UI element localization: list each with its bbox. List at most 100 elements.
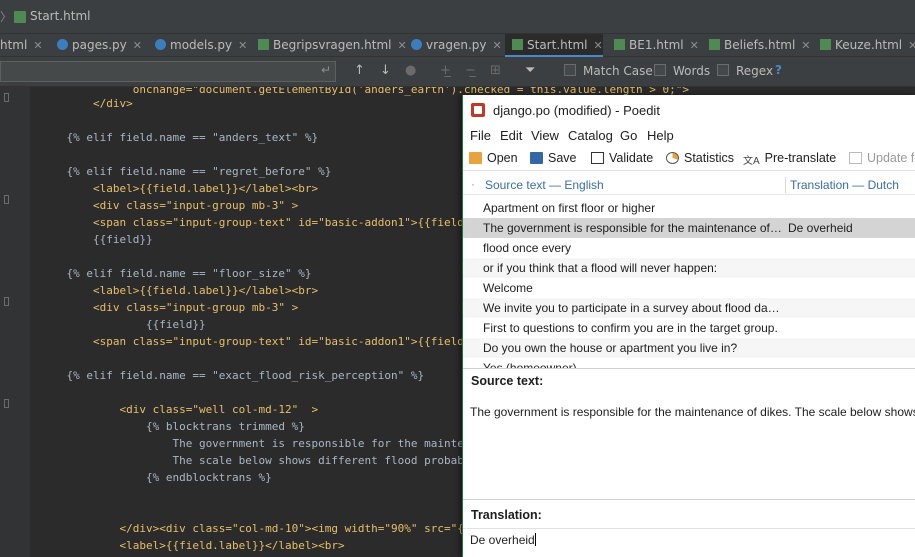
code-line: The scale below shows different flood pr…: [40, 454, 517, 467]
source-text-label: Source text:: [471, 374, 544, 388]
close-icon[interactable]: ✕: [238, 39, 247, 52]
list-item[interactable]: flood once every: [463, 238, 915, 258]
list-item[interactable]: Do you own the house or apartment you li…: [463, 338, 915, 358]
python-file-icon: [155, 39, 166, 50]
list-item[interactable]: Yes (homeowner): [463, 358, 915, 368]
regex-label[interactable]: Regex: [736, 64, 773, 78]
enter-icon: ↵: [320, 63, 331, 77]
python-file-icon: [411, 39, 422, 50]
tab-begripsvragen-html[interactable]: Begripsvragen.html ✕: [258, 34, 407, 57]
update-icon: [849, 152, 862, 164]
poedit-app-icon: [471, 103, 485, 117]
translation-field[interactable]: De overheid: [463, 528, 915, 557]
update-from-code-button[interactable]: Update from Code: [849, 151, 915, 165]
tab-vragen-py[interactable]: vragen.py ✕: [411, 34, 502, 57]
remove-occurrence-icon[interactable]: −̲: [465, 63, 476, 78]
find-bar: ↵ ↑ ↓ ● +̲ −̲ ⊞ ⏷ Match Case Words Regex…: [0, 57, 915, 87]
html-file-icon: [709, 39, 720, 50]
tab-models-py[interactable]: models.py ✕: [155, 34, 251, 57]
list-item[interactable]: Welcome: [463, 278, 915, 298]
save-button[interactable]: Save: [530, 151, 577, 165]
open-button[interactable]: Open: [469, 151, 518, 165]
close-icon[interactable]: ✕: [398, 39, 407, 52]
code-line: {% blocktrans trimmed %}: [40, 420, 305, 433]
fold-marker-icon[interactable]: [4, 399, 9, 408]
translate-icon: 文A: [743, 156, 760, 167]
window-title-bar[interactable]: django.po (modified) - Poedit: [463, 95, 915, 125]
code-line: {{field}}: [40, 233, 153, 246]
tab-pages-py[interactable]: pages.py ✕: [57, 34, 147, 57]
list-item-selected[interactable]: The government is responsible for the ma…: [463, 218, 915, 238]
previous-occurrence-icon[interactable]: ↑: [354, 63, 365, 78]
fold-marker-icon[interactable]: [4, 297, 9, 306]
regex-checkbox[interactable]: [717, 64, 729, 76]
editor-tab-bar: html ✕ pages.py ✕ models.py ✕ Begripsvragen…: [0, 33, 915, 58]
html-file-icon: [614, 39, 625, 50]
folder-icon: [469, 152, 482, 164]
close-icon[interactable]: ✕: [690, 39, 699, 52]
breadcrumb-bar: 〉 Start.html: [0, 0, 915, 33]
code-line: {% elif field.name == "floor_size" %}: [40, 267, 312, 280]
select-all-occurrences-icon[interactable]: ⊞: [490, 63, 501, 78]
text-caret: [534, 533, 536, 546]
source-column-header[interactable]: Source text — English: [485, 178, 604, 192]
close-icon[interactable]: ✕: [133, 39, 142, 52]
translation-column-header[interactable]: Translation — Dutch: [790, 178, 899, 192]
words-label[interactable]: Words: [673, 64, 710, 78]
list-header: · Source text — English Translation — Du…: [463, 175, 915, 195]
menu-edit[interactable]: Edit: [500, 128, 522, 143]
code-line: <div class="input-group mb-3" >: [40, 301, 299, 314]
code-line: <div class="input-group mb-3" >: [40, 199, 299, 212]
checkmark-icon: [591, 152, 604, 164]
add-occurrence-icon[interactable]: +̲: [440, 63, 451, 78]
list-item[interactable]: or if you think that a flood will never …: [463, 258, 915, 278]
close-icon[interactable]: ✕: [801, 39, 810, 52]
close-icon[interactable]: ✕: [33, 39, 42, 52]
code-line: {% elif field.name == "regret_before" %}: [40, 165, 332, 178]
code-line: <label>{{field.label}}</label><br>: [40, 539, 345, 552]
tab-html[interactable]: html ✕: [0, 34, 44, 57]
find-in-path-icon[interactable]: ●: [405, 63, 416, 78]
validate-button[interactable]: Validate: [591, 151, 653, 165]
menu-view[interactable]: View: [531, 128, 559, 143]
html-file-icon: [820, 39, 831, 50]
translation-value: De overheid: [470, 533, 535, 547]
menu-help[interactable]: Help: [647, 128, 674, 143]
filter-icon[interactable]: ⏷: [525, 63, 535, 78]
code-line: {% endblocktrans %}: [40, 471, 272, 484]
tab-keuze-html[interactable]: Keuze.html ✕: [820, 34, 915, 57]
save-icon: [530, 152, 543, 164]
code-line: <label>{{field.label}}</label><br>: [40, 182, 319, 195]
find-input[interactable]: ↵: [0, 61, 336, 82]
menu-file[interactable]: File: [470, 128, 491, 143]
tab-start-html[interactable]: Start.html ✕: [505, 34, 603, 58]
close-icon[interactable]: ✕: [908, 39, 915, 52]
chevron-right-icon: 〉: [0, 10, 13, 24]
fold-marker-icon[interactable]: [4, 93, 9, 102]
close-icon[interactable]: ✕: [593, 39, 602, 52]
tab-be1-html[interactable]: BE1.html ✕: [614, 34, 700, 57]
fold-marker-icon[interactable]: [4, 195, 9, 204]
match-case-label[interactable]: Match Case: [583, 64, 653, 78]
statistics-button[interactable]: Statistics: [666, 151, 734, 165]
match-case-checkbox[interactable]: [564, 64, 576, 76]
tab-beliefs-html[interactable]: Beliefs.html ✕: [709, 34, 811, 57]
list-item[interactable]: Apartment on first floor or higher: [463, 198, 915, 218]
column-separator[interactable]: [785, 177, 786, 193]
status-column-header[interactable]: ·: [471, 177, 475, 191]
menu-go[interactable]: Go: [620, 128, 637, 143]
regex-help-icon[interactable]: ?: [775, 63, 782, 77]
code-line: <label>{{field.label}}</label><br>: [40, 284, 319, 297]
next-occurrence-icon[interactable]: ↓: [380, 63, 391, 78]
list-item[interactable]: First to questions to confirm you are in…: [463, 318, 915, 338]
menu-catalog[interactable]: Catalog: [568, 128, 613, 143]
breadcrumb-file[interactable]: Start.html: [30, 9, 90, 23]
pretranslate-button[interactable]: 文A Pre-translate: [743, 151, 836, 167]
close-icon[interactable]: ✕: [493, 39, 502, 52]
source-text: The government is responsible for the ma…: [470, 405, 915, 419]
poedit-window: django.po (modified) - Poedit File Edit …: [462, 95, 915, 557]
translation-label: Translation:: [471, 508, 542, 522]
list-item[interactable]: We invite you to participate in a survey…: [463, 298, 915, 318]
string-list[interactable]: Apartment on first floor or higher The g…: [463, 198, 915, 368]
words-checkbox[interactable]: [654, 64, 666, 76]
